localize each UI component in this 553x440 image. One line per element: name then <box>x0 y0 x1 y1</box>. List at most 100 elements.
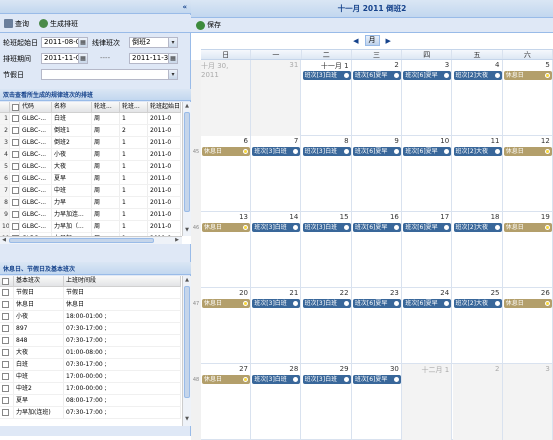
column-work-time[interactable]: 上班时间段 <box>64 276 181 286</box>
table-row[interactable]: 10 GLBC-... 力早加（... 周 1 2011-0 <box>0 221 181 233</box>
column-start-date[interactable]: 轮班起始日 <box>148 102 181 112</box>
table-row[interactable]: 3 GLBC-... 倒班2 周 1 2011-0 <box>0 137 181 149</box>
table-row[interactable]: 大夜 01:00-08:00 ; <box>0 347 181 359</box>
shift-event[interactable]: 休息日 <box>202 223 250 232</box>
shift-event[interactable]: 班次[3]白班 <box>302 375 351 384</box>
day-cell[interactable]: 3 班次[6]夏早 <box>402 60 453 136</box>
day-cell[interactable]: 9 班次[6]夏早 <box>352 136 402 212</box>
day-cell[interactable]: 24 班次[6]夏早 <box>402 288 453 364</box>
row-checkbox[interactable] <box>0 335 14 346</box>
generate-schedule-button[interactable]: 生成排班 <box>37 17 80 31</box>
day-cell[interactable]: 10 班次[6]夏早 <box>402 136 453 212</box>
day-cell[interactable]: 25 班次[2]大夜 <box>453 288 503 364</box>
schedule-grid-vscroll[interactable]: ▲ ▼ <box>182 102 191 236</box>
next-month-icon[interactable]: ▶ <box>386 37 391 45</box>
shift-event[interactable]: 班次[6]夏早 <box>403 147 452 156</box>
shift-event[interactable]: 班次[6]夏早 <box>352 71 401 80</box>
row-checkbox[interactable] <box>0 299 14 310</box>
row-checkbox[interactable] <box>0 347 14 358</box>
day-cell[interactable]: 13 休息日 <box>201 212 251 288</box>
start-date-field[interactable]: 2011-08-01 ▦ <box>41 37 88 48</box>
shift-event[interactable]: 班次[3]白班 <box>252 299 301 308</box>
table-row[interactable]: 897 07:30-17:00 ; <box>0 323 181 335</box>
row-checkbox[interactable] <box>0 287 14 298</box>
select-all-checkbox[interactable] <box>10 102 20 112</box>
column-code[interactable]: 代码 <box>20 102 52 112</box>
shift-event[interactable]: 休息日 <box>503 147 552 156</box>
query-button[interactable]: 查询 <box>2 17 31 31</box>
row-checkbox[interactable] <box>10 209 20 220</box>
day-cell[interactable]: 16 班次[6]夏早 <box>352 212 402 288</box>
day-cell[interactable]: 8 班次[3]白班 <box>302 136 352 212</box>
column-basic-shift[interactable]: 基本班次 <box>14 276 64 286</box>
shift-event[interactable]: 班次[6]夏早 <box>352 223 401 232</box>
period-from-field[interactable]: 2011-11-01 ▦ <box>41 53 88 64</box>
shift-event[interactable]: 休息日 <box>503 223 552 232</box>
table-row[interactable]: 5 GLBC-... 大夜周 1 2011-0 <box>0 161 181 173</box>
shift-event[interactable]: 班次[6]夏早 <box>403 71 452 80</box>
day-cell[interactable]: 2 班次[6]夏早 <box>352 60 402 136</box>
day-cell[interactable]: 28 班次[3]白班 <box>251 364 302 440</box>
day-cell[interactable]: 十月 30, 2011 <box>201 60 251 136</box>
schedule-grid-hscroll[interactable]: ◀ ▶ <box>0 236 182 244</box>
row-checkbox[interactable] <box>10 113 20 124</box>
table-row[interactable]: 休息日 休息日 <box>0 299 181 311</box>
calendar-trigger-icon[interactable]: ▦ <box>78 54 87 63</box>
day-cell[interactable]: 14 班次[3]白班 <box>251 212 302 288</box>
scroll-thumb[interactable] <box>184 112 190 212</box>
table-row[interactable]: 1 GLBC-... 白班周 1 2011-0 <box>0 113 181 125</box>
day-cell[interactable]: 27 休息日 <box>201 364 251 440</box>
table-row[interactable]: 4 GLBC-... 小夜周 1 2011-0 <box>0 149 181 161</box>
table-row[interactable]: 6 GLBC-... 夏早周 1 2011-0 <box>0 173 181 185</box>
period-to-field[interactable]: 2011-11-30 ▦ <box>129 53 178 64</box>
shift-event[interactable]: 班次[6]夏早 <box>352 375 401 384</box>
table-row[interactable]: 力早加(连班) 07:30-17:00 ; <box>0 407 181 419</box>
table-row[interactable]: 小夜 18:00-01:00 ; <box>0 311 181 323</box>
shift-event[interactable]: 班次[2]大夜 <box>453 223 502 232</box>
shift-event[interactable]: 休息日 <box>202 375 250 384</box>
day-cell[interactable]: 17 班次[6]夏早 <box>402 212 453 288</box>
shift-event[interactable]: 班次[3]白班 <box>252 375 301 384</box>
collapse-icon[interactable]: « <box>182 3 187 11</box>
shift-event[interactable]: 班次[2]大夜 <box>453 147 502 156</box>
prev-month-icon[interactable]: ◀ <box>353 37 358 45</box>
day-cell[interactable]: 21 班次[3]白班 <box>251 288 302 364</box>
shift-event[interactable]: 班次[6]夏早 <box>403 299 452 308</box>
table-row[interactable]: 9 GLBC-... 力早加连... 周 1 2011-0 <box>0 209 181 221</box>
row-checkbox[interactable] <box>10 173 20 184</box>
day-cell[interactable]: 18 班次[2]大夜 <box>453 212 503 288</box>
scroll-left-icon[interactable]: ◀ <box>1 237 7 243</box>
column-cycle-unit[interactable]: 轮班... <box>92 102 120 112</box>
day-cell[interactable]: 6 休息日 <box>201 136 251 212</box>
rule-shift-select[interactable]: 倒班2 ▾ <box>129 37 178 48</box>
row-checkbox[interactable] <box>10 125 20 136</box>
shift-event[interactable]: 休息日 <box>503 299 552 308</box>
shift-event[interactable]: 班次[3]白班 <box>252 147 301 156</box>
scroll-thumb[interactable] <box>9 238 154 243</box>
day-cell[interactable]: 11 班次[2]大夜 <box>453 136 503 212</box>
table-row[interactable]: 848 07:30-17:00 ; <box>0 335 181 347</box>
scroll-down-icon[interactable]: ▼ <box>183 416 191 422</box>
day-cell[interactable]: 2 <box>452 364 503 440</box>
shift-event[interactable]: 班次[3]白班 <box>302 147 351 156</box>
shift-event[interactable]: 班次[2]大夜 <box>453 299 502 308</box>
shift-event[interactable]: 班次[2]大夜 <box>453 71 502 80</box>
shift-event[interactable]: 休息日 <box>503 71 552 80</box>
day-cell[interactable]: 3 <box>502 364 553 440</box>
day-cell[interactable]: 31 <box>251 60 302 136</box>
shift-event[interactable]: 班次[3]白班 <box>302 299 351 308</box>
day-cell[interactable]: 5 休息日 <box>503 60 553 136</box>
row-checkbox[interactable] <box>0 323 14 334</box>
day-cell[interactable]: 22 班次[3]白班 <box>302 288 352 364</box>
row-checkbox[interactable] <box>0 395 14 406</box>
scroll-up-icon[interactable]: ▲ <box>183 103 191 109</box>
scroll-right-icon[interactable]: ▶ <box>174 237 180 243</box>
day-cell[interactable]: 20 休息日 <box>201 288 251 364</box>
row-checkbox[interactable] <box>0 383 14 394</box>
shift-event[interactable]: 班次[3]白班 <box>302 71 351 80</box>
day-cell[interactable]: 23 班次[6]夏早 <box>352 288 402 364</box>
table-row[interactable]: 中班 17:00-00:00 ; <box>0 371 181 383</box>
table-row[interactable]: 7 GLBC-... 中班周 1 2011-0 <box>0 185 181 197</box>
shift-event[interactable]: 班次[3]白班 <box>252 223 301 232</box>
row-checkbox[interactable] <box>10 185 20 196</box>
